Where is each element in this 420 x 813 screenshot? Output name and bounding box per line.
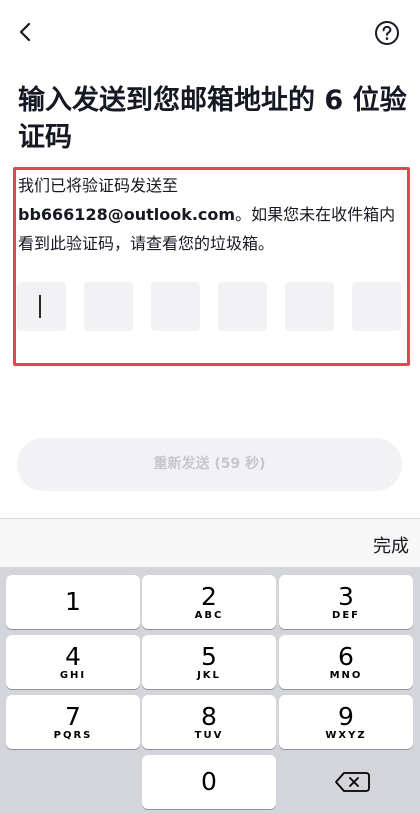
code-input-group <box>17 282 401 331</box>
key-letters: GHI <box>59 670 87 681</box>
code-digit-2[interactable] <box>84 282 133 331</box>
code-digit-5[interactable] <box>285 282 334 331</box>
code-digit-1[interactable] <box>17 282 66 331</box>
key-digit: 2 <box>201 582 217 611</box>
key-digit: 4 <box>65 642 81 671</box>
key-5[interactable]: 5 JKL <box>142 635 276 689</box>
backspace-icon <box>335 772 370 792</box>
description-prefix: 我们已将验证码发送至 <box>18 176 179 195</box>
done-button[interactable]: 完成 <box>373 532 409 558</box>
key-digit: 9 <box>338 702 354 731</box>
email-address: bb666128@outlook.com <box>18 205 236 224</box>
key-letters: JKL <box>197 670 221 681</box>
key-6[interactable]: 6 MNO <box>279 635 413 689</box>
key-letters: TUV <box>194 730 224 741</box>
top-bar <box>0 0 420 64</box>
key-digit: 5 <box>201 642 217 671</box>
key-1[interactable]: 1 <box>6 575 140 629</box>
back-button[interactable] <box>12 18 40 46</box>
key-digit: 0 <box>201 767 217 796</box>
key-8[interactable]: 8 TUV <box>142 695 276 749</box>
key-letters: ABC <box>194 610 224 621</box>
help-button[interactable] <box>374 20 400 46</box>
code-digit-3[interactable] <box>151 282 200 331</box>
keyboard-toolbar: 完成 <box>0 518 420 568</box>
page-title: 输入发送到您邮箱地址的 6 位验证码 <box>18 85 407 153</box>
code-digit-6[interactable] <box>352 282 401 331</box>
description-text: 我们已将验证码发送至 bb666128@outlook.com。如果您未在收件箱内… <box>18 171 408 258</box>
key-digit: 3 <box>338 582 354 611</box>
key-3[interactable]: 3 DEF <box>279 575 413 629</box>
key-7[interactable]: 7 PQRS <box>6 695 140 749</box>
key-9[interactable]: 9 WXYZ <box>279 695 413 749</box>
key-digit: 1 <box>65 587 81 616</box>
code-digit-4[interactable] <box>218 282 267 331</box>
key-letters: DEF <box>332 610 360 621</box>
numeric-keyboard: 1 2 ABC 3 DEF 4 GHI 5 JKL 6 MNO 7 PQRS 8… <box>0 567 420 813</box>
key-2[interactable]: 2 ABC <box>142 575 276 629</box>
key-letters: PQRS <box>53 730 93 741</box>
backspace-button[interactable] <box>286 755 420 809</box>
question-circle-icon <box>375 21 399 45</box>
key-letters: MNO <box>329 670 363 681</box>
resend-button[interactable]: 重新发送 (59 秒) <box>17 438 402 491</box>
text-cursor <box>39 295 41 318</box>
key-digit: 6 <box>338 642 354 671</box>
chevron-left-icon <box>19 22 31 42</box>
key-4[interactable]: 4 GHI <box>6 635 140 689</box>
key-letters: WXYZ <box>325 730 367 741</box>
key-digit: 7 <box>65 702 81 731</box>
key-digit: 8 <box>201 702 217 731</box>
key-0[interactable]: 0 <box>142 755 276 809</box>
